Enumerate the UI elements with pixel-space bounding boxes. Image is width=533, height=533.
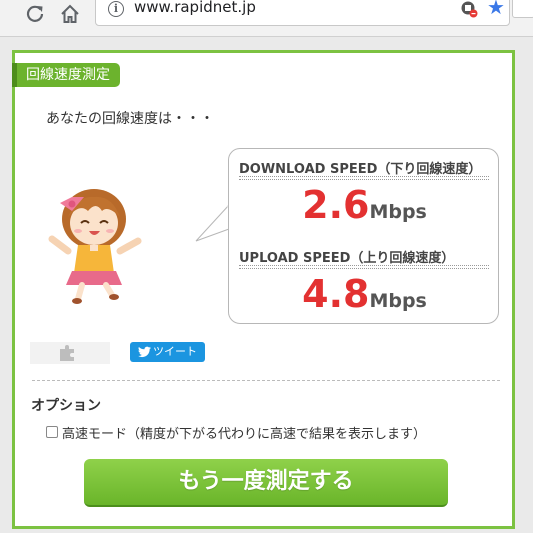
speed-result-bubble: DOWNLOAD SPEED（下り回線速度） 2.6Mbps UPLOAD SP… [228,148,499,324]
upload-rule [239,265,489,269]
download-speed-value: 2.6 [302,183,370,227]
upload-speed-readout: 4.8Mbps [229,272,500,316]
address-bar[interactable]: i www.rapidnet.jp ★ [95,0,510,26]
tweet-label: ツイート [153,345,197,358]
puzzle-icon [60,345,74,361]
options-title: オプション [31,398,101,414]
speed-test-panel: 回線速度測定 あなたの回線速度は・・・ DOWNLOAD SPEED（下り回線速… [12,50,515,529]
section-title: 回線速度測定 [12,63,120,87]
reload-icon[interactable] [24,3,46,25]
speech-bubble-tail [195,204,230,242]
fast-mode-label[interactable]: 高速モード（精度が下がる代わりに高速で結果を表示します） [62,423,426,442]
upload-speed-unit: Mbps [369,290,427,312]
star-icon[interactable]: ★ [487,0,505,19]
twitter-bird-icon [138,346,151,358]
retry-measurement-button[interactable]: もう一度測定する [84,459,448,507]
options-divider [32,380,500,381]
share-plugin-placeholder[interactable] [30,342,110,364]
upload-speed-label: UPLOAD SPEED（上り回線速度） [239,251,455,266]
upload-speed-value: 4.8 [302,272,370,316]
home-icon[interactable] [59,3,81,25]
extension-icon[interactable] [460,0,478,18]
browser-toolbar: i www.rapidnet.jp ★ [0,0,533,37]
info-icon[interactable]: i [108,1,124,17]
result-question: あなたの回線速度は・・・ [46,111,214,127]
mascot-girl-illustration [48,189,142,304]
tweet-button[interactable]: ツイート [130,342,205,362]
url-text: www.rapidnet.jp [134,0,256,16]
download-rule [239,176,489,180]
fast-mode-checkbox[interactable] [46,426,58,438]
download-speed-readout: 2.6Mbps [229,183,500,227]
menu-button[interactable] [512,0,533,18]
download-speed-unit: Mbps [369,201,427,223]
download-speed-label: DOWNLOAD SPEED（下り回線速度） [239,162,482,177]
